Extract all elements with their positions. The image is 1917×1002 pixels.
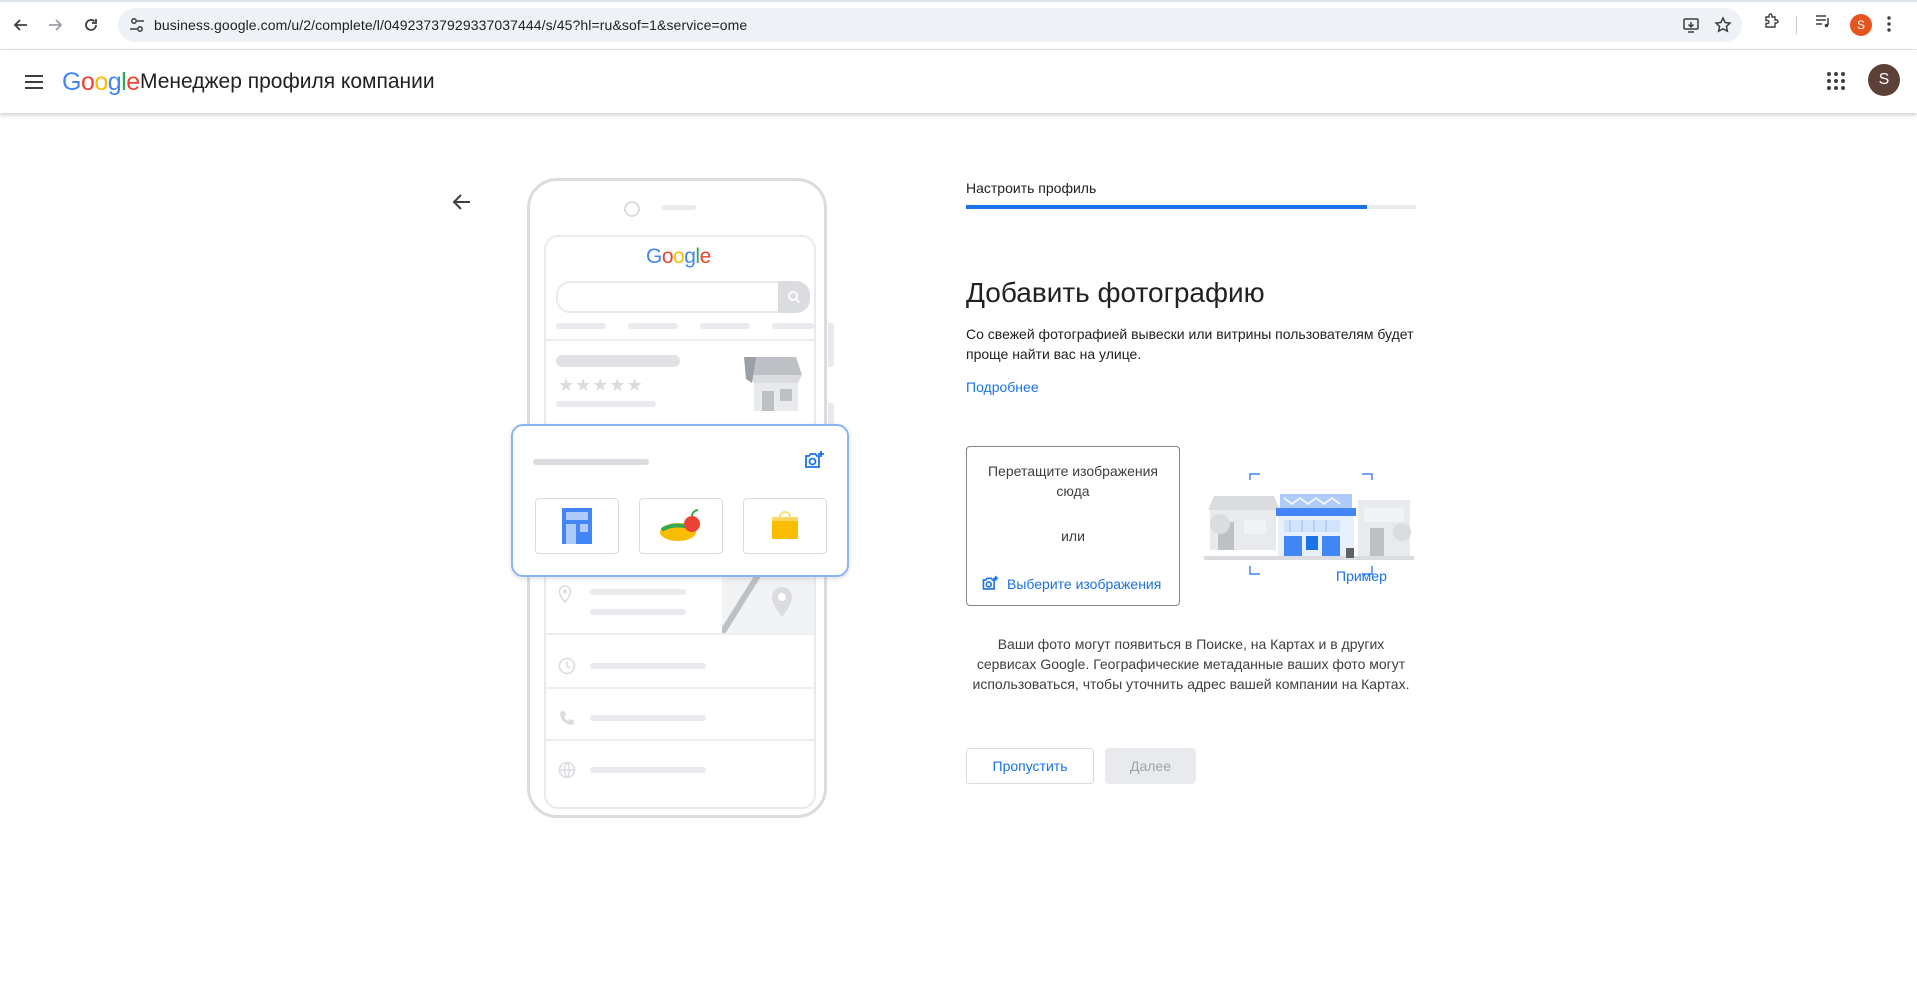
progress-fill — [966, 205, 1367, 209]
url-text: business.google.com/u/2/complete/l/04923… — [154, 17, 748, 33]
drop-zone-text: Перетащите изображения сюда — [987, 463, 1158, 499]
phone-camera — [624, 201, 640, 217]
choose-images-label: Выберите изображения — [1007, 576, 1162, 592]
placeholder-bar — [628, 323, 678, 329]
extensions-icon[interactable] — [1762, 12, 1780, 35]
placeholder-bar — [556, 323, 606, 329]
main-menu-icon[interactable] — [22, 70, 46, 99]
app-title: Менеджер профиля компании — [140, 70, 435, 93]
browser-menu-icon[interactable] — [1886, 14, 1892, 39]
example-link[interactable]: Пример — [1336, 568, 1387, 584]
placeholder-bar — [556, 355, 680, 367]
google-logo: Google — [62, 68, 140, 96]
bookmark-star-icon[interactable] — [1714, 16, 1732, 39]
divider — [546, 739, 814, 741]
add-photo-icon — [981, 575, 999, 593]
photo-thumbnail-store — [535, 498, 619, 554]
google-apps-icon[interactable] — [1826, 71, 1846, 96]
learn-more-link[interactable]: Подробнее — [966, 379, 1039, 395]
choose-images-button[interactable]: Выберите изображения — [981, 575, 1161, 593]
back-icon[interactable] — [8, 12, 34, 38]
install-app-icon[interactable] — [1682, 16, 1700, 39]
app-header: Google Менеджер профиля компании S — [0, 50, 1917, 113]
map-thumbnail — [719, 567, 814, 638]
phone-icon — [558, 709, 576, 732]
reload-icon[interactable] — [78, 12, 104, 38]
divider — [546, 633, 814, 635]
site-settings-icon[interactable] — [128, 16, 146, 39]
forward-icon[interactable] — [42, 12, 68, 38]
page-description: Со свежей фотографией вывески или витрин… — [966, 326, 1414, 362]
example-storefront-illustration — [1204, 470, 1414, 582]
tab-strip-edge — [0, 0, 1917, 2]
illustration-photo-card — [511, 424, 849, 577]
placeholder-bar — [590, 663, 706, 669]
photo-usage-note: Ваши фото могут появиться в Поиске, на К… — [972, 636, 1410, 692]
photo-drop-zone[interactable]: Перетащите изображения сюда или Выберите… — [966, 446, 1180, 606]
photo-thumbnail-food — [639, 498, 723, 554]
placeholder-bar — [556, 401, 656, 407]
placeholder-bar — [590, 767, 706, 773]
location-pin-icon — [558, 585, 572, 608]
media-controls-icon[interactable] — [1814, 12, 1832, 35]
illustration-google-logo: Google — [646, 245, 711, 268]
skip-button[interactable]: Пропустить — [966, 748, 1094, 784]
placeholder-bar — [590, 609, 686, 615]
divider — [546, 687, 814, 689]
phone-speaker — [662, 205, 696, 210]
globe-icon — [558, 761, 576, 784]
account-avatar[interactable]: S — [1868, 64, 1900, 96]
phone-side-button — [828, 323, 834, 367]
step-label: Настроить профиль — [966, 180, 1097, 196]
back-arrow-icon[interactable] — [450, 190, 474, 219]
page-title: Добавить фотографию — [966, 276, 1265, 308]
browser-profile-avatar[interactable]: S — [1850, 14, 1872, 36]
placeholder-bar — [590, 589, 686, 595]
search-icon — [778, 281, 810, 313]
address-bar[interactable]: business.google.com/u/2/complete/l/04923… — [118, 8, 1742, 42]
next-button[interactable]: Далее — [1105, 748, 1196, 784]
photo-thumbnail-bag — [743, 498, 827, 554]
placeholder-bar — [590, 715, 706, 721]
or-separator: или — [1061, 528, 1085, 544]
placeholder-bar — [533, 459, 649, 465]
rating-stars: ★★★★★ — [558, 375, 644, 395]
storefront-icon — [742, 355, 804, 418]
browser-toolbar: business.google.com/u/2/complete/l/04923… — [0, 0, 1917, 50]
add-photo-icon — [803, 450, 825, 477]
divider — [546, 339, 814, 341]
placeholder-bar — [772, 323, 814, 329]
setup-progress-bar — [966, 205, 1416, 209]
placeholder-bar — [700, 323, 750, 329]
toolbar-separator — [1796, 16, 1797, 34]
illustration-search-bar — [556, 281, 810, 313]
clock-icon — [558, 657, 576, 680]
